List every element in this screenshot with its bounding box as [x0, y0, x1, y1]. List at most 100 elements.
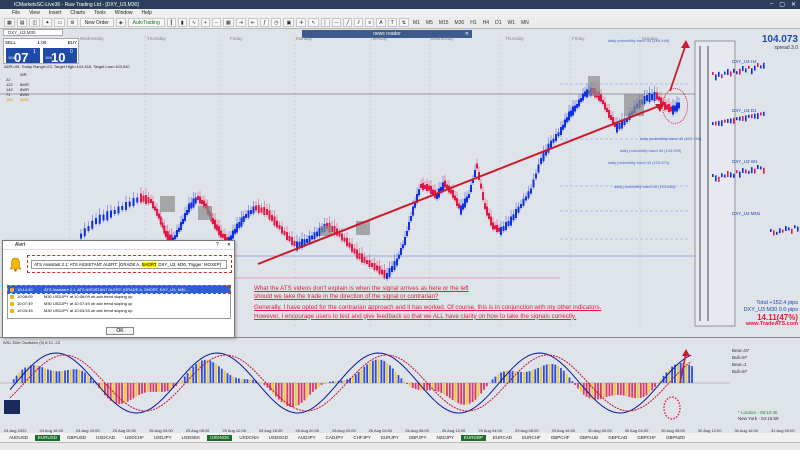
symbol-tab[interactable]: EURCHF	[519, 435, 544, 441]
tile-windows-icon[interactable]: ▦	[222, 18, 234, 27]
symbol-tab[interactable]: USDSEK	[179, 435, 204, 441]
alert-close-icon[interactable]: ✕	[227, 242, 231, 248]
symbol-tab[interactable]: USDCNH	[236, 435, 261, 441]
symbol-tab[interactable]: GBPCHF	[634, 435, 659, 441]
alert-list-row[interactable]: 10:03:33 M30 USDJPY at 10:03:33 ob adx t…	[8, 307, 230, 314]
navigator-icon[interactable]: ✦	[42, 18, 53, 27]
menu-help[interactable]: Help	[142, 10, 152, 16]
candle-body	[351, 244, 353, 252]
candle-body	[580, 98, 582, 102]
candle-chart-icon[interactable]: ▮	[177, 18, 187, 27]
alert-list-row[interactable]: 10:14:49 ATS Assistant 2.1: ATS ASSISTAN…	[7, 285, 231, 294]
candle-body	[250, 210, 252, 214]
oscillator-bar	[608, 383, 611, 397]
menu-charts[interactable]: Charts	[70, 10, 85, 16]
crosshair-icon[interactable]: ✛	[296, 18, 307, 27]
symbol-tab[interactable]: GBPCAD	[605, 435, 630, 441]
tf-m5[interactable]: M5	[424, 20, 435, 26]
symbol-tab[interactable]: GBPAUD	[577, 435, 602, 441]
symbol-tab[interactable]: GBPCHF	[548, 435, 573, 441]
symbol-tab[interactable]: GBPJPY	[406, 435, 430, 441]
tf-mn[interactable]: MN	[519, 20, 531, 26]
templates-icon[interactable]: ▣	[283, 18, 295, 27]
tf-m1[interactable]: M1	[411, 20, 422, 26]
symbol-tab[interactable]: NZDJPY	[433, 435, 457, 441]
new-chart-icon[interactable]: ▦	[4, 18, 15, 27]
symbol-tab[interactable]: EURUSD	[35, 434, 61, 441]
menu-insert[interactable]: Insert	[49, 10, 62, 16]
candle-body	[512, 214, 515, 221]
channel-icon[interactable]: ⫽	[354, 18, 364, 27]
symbol-tab[interactable]: USDJPY	[151, 435, 175, 441]
tester-icon[interactable]: ⚙	[67, 18, 78, 27]
alert-list-row[interactable]: 10:07:49 M30 USDJPY at 10:07:49 ob adx t…	[8, 300, 230, 307]
vline-icon[interactable]: │	[320, 18, 330, 27]
tf-w1[interactable]: W1	[506, 20, 518, 26]
symbol-tab[interactable]: EURGBP	[460, 434, 486, 441]
menu-tools[interactable]: Tools	[94, 10, 106, 16]
alert-message-prefix: ATS Assistant 2.1: ATS ASSISTANT ALERT: …	[34, 261, 142, 267]
autoscroll-icon[interactable]: ⇥	[235, 18, 246, 27]
symbol-tab[interactable]: AUDUSD	[6, 435, 31, 441]
close-button[interactable]: ✕	[791, 1, 796, 8]
alert-ok-button[interactable]: OK	[106, 327, 134, 335]
maximize-button[interactable]: ▢	[779, 1, 785, 8]
zoom-out-icon[interactable]: −	[211, 18, 221, 27]
new-order-button[interactable]: New Order	[79, 18, 114, 27]
oscillator-bar	[668, 369, 671, 383]
arrows-icon[interactable]: ⇅	[398, 18, 409, 27]
tf-h4[interactable]: H4	[481, 20, 491, 26]
alert-list[interactable]: 10:14:49 ATS Assistant 2.1: ATS ASSISTAN…	[7, 285, 231, 319]
profiles-icon[interactable]: ▤	[16, 18, 28, 27]
menu-file[interactable]: File	[12, 10, 20, 16]
oscillator-svg[interactable]	[0, 338, 800, 428]
zoom-in-icon[interactable]: +	[200, 18, 210, 27]
symbol-tab[interactable]: CHFJPY	[350, 435, 374, 441]
chart-tab[interactable]: DXY_U3,M30	[3, 29, 63, 36]
candle-body	[530, 188, 532, 194]
symbol-tab[interactable]: EURJPY	[378, 435, 402, 441]
symbol-tab[interactable]: GBPNZD	[663, 435, 688, 441]
trendline-icon[interactable]: ╱	[343, 18, 353, 27]
tf-m15[interactable]: M15	[437, 20, 451, 26]
buy-button[interactable]: 104 10 0	[43, 48, 77, 65]
autotrading-button[interactable]: AutoTrading	[127, 18, 165, 27]
symbol-tab[interactable]: USDSGD	[266, 435, 291, 441]
alert-list-row[interactable]: 10:08:09 M30 USDJPY at 10:08:09 ob adx t…	[8, 293, 230, 300]
symbol-tab[interactable]: AUDJPY	[295, 435, 319, 441]
tf-h1[interactable]: H1	[468, 20, 478, 26]
oscillator-bar	[568, 377, 571, 383]
menu-bar: File View Insert Charts Tools Window Hel…	[0, 9, 800, 17]
menu-view[interactable]: View	[29, 10, 40, 16]
line-chart-icon[interactable]: ∿	[188, 18, 199, 27]
symbol-tab[interactable]: USDCHF	[122, 435, 147, 441]
metaeditor-icon[interactable]: ◈	[115, 18, 126, 27]
hline-icon[interactable]: ─	[331, 18, 342, 27]
news-reader-close-icon[interactable]: ✕	[465, 31, 469, 37]
oscillator-bar	[246, 379, 249, 383]
label-icon[interactable]: T	[387, 18, 397, 27]
terminal-icon[interactable]: ▭	[54, 18, 66, 27]
symbol-tab[interactable]: GBPUSD	[64, 435, 89, 441]
cursor-icon[interactable]: ↖	[308, 18, 319, 27]
symbol-tab[interactable]: USDNOK	[207, 434, 233, 441]
symbol-tab[interactable]: CADJPY	[323, 435, 347, 441]
symbol-tab[interactable]: EURCAD	[490, 435, 515, 441]
tf-m30[interactable]: M30	[453, 20, 467, 26]
symbol-tab[interactable]: USDCAD	[93, 435, 118, 441]
fibo-icon[interactable]: ≡	[365, 18, 375, 27]
tf-d1[interactable]: D1	[493, 20, 503, 26]
sell-button[interactable]: 104 07 1	[6, 48, 40, 65]
indicators-icon[interactable]: ƒ	[260, 18, 270, 27]
candle-body	[283, 231, 286, 235]
lot-size-input[interactable]: 1.00	[37, 40, 46, 45]
alert-help-icon[interactable]: ?	[216, 242, 219, 248]
market-watch-icon[interactable]: ◫	[29, 18, 41, 27]
chart-shift-icon[interactable]: ⇤	[247, 18, 259, 27]
menu-window[interactable]: Window	[115, 10, 133, 16]
minimize-button[interactable]: –	[770, 1, 773, 8]
oscillator-panel[interactable]: WSL Elite Oscillator (5) 8 21 -23 Bear=9…	[0, 337, 800, 427]
bar-chart-icon[interactable]: ┃	[166, 18, 176, 27]
periods-icon[interactable]: ◷	[271, 18, 282, 27]
text-icon[interactable]: A	[376, 18, 386, 27]
